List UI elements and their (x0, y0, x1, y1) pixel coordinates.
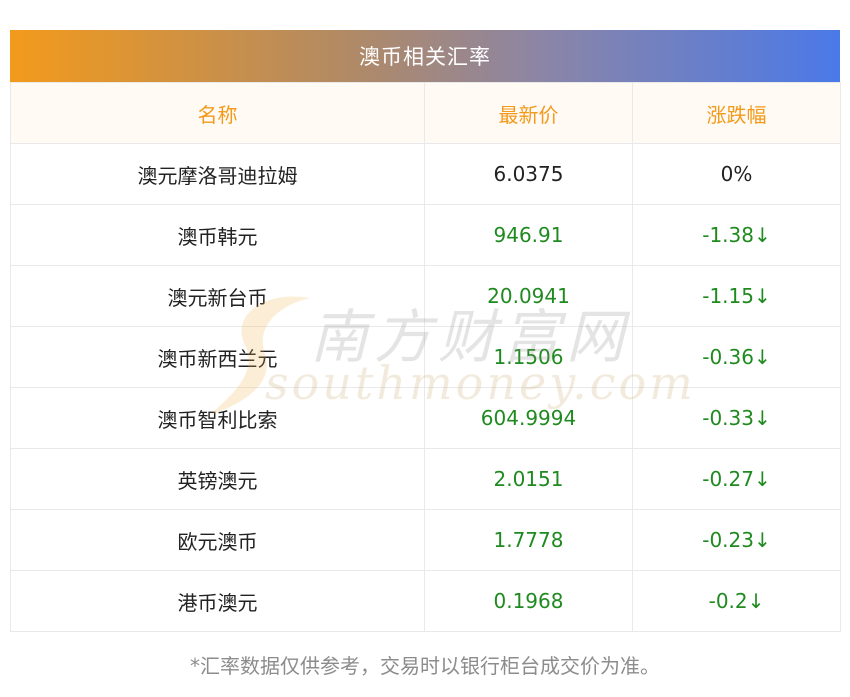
change-percent: -1.38↓ (632, 204, 841, 266)
change-percent: -0.27↓ (632, 448, 841, 510)
table-row: 港币澳元 0.1968 -0.2↓ (10, 570, 841, 632)
latest-price: 1.1506 (424, 326, 633, 388)
currency-pair-name: 澳币新西兰元 (10, 326, 425, 388)
table-row: 澳元新台币 20.0941 -1.15↓ (10, 265, 841, 327)
change-percent: -0.23↓ (632, 509, 841, 571)
change-percent: -0.36↓ (632, 326, 841, 388)
currency-pair-name: 澳元摩洛哥迪拉姆 (10, 143, 425, 205)
currency-pair-name: 澳元新台币 (10, 265, 425, 327)
currency-pair-name: 澳币韩元 (10, 204, 425, 266)
exchange-rate-table-panel: 澳币相关汇率 名称 最新价 涨跌幅 澳元摩洛哥迪拉姆 6.0375 0% 澳币韩元 94… (10, 30, 841, 632)
currency-pair-name: 港币澳元 (10, 570, 425, 632)
change-percent: 0% (632, 143, 841, 205)
currency-pair-name: 澳币智利比索 (10, 387, 425, 449)
table-row: 澳币韩元 946.91 -1.38↓ (10, 204, 841, 266)
table-row: 澳币新西兰元 1.1506 -0.36↓ (10, 326, 841, 388)
exchange-rate-table: 名称 最新价 涨跌幅 澳元摩洛哥迪拉姆 6.0375 0% 澳币韩元 946.91 -1.… (10, 82, 841, 632)
table-row: 欧元澳币 1.7778 -0.23↓ (10, 509, 841, 571)
header-price: 最新价 (424, 82, 633, 144)
latest-price: 6.0375 (424, 143, 633, 205)
page: 澳币相关汇率 名称 最新价 涨跌幅 澳元摩洛哥迪拉姆 6.0375 0% 澳币韩元 94… (0, 0, 850, 697)
header-name: 名称 (10, 82, 425, 144)
change-percent: -0.2↓ (632, 570, 841, 632)
table-header-row: 名称 最新价 涨跌幅 (10, 82, 841, 144)
change-percent: -0.33↓ (632, 387, 841, 449)
table-title: 澳币相关汇率 (10, 30, 840, 82)
latest-price: 946.91 (424, 204, 633, 266)
table-row: 澳币智利比索 604.9994 -0.33↓ (10, 387, 841, 449)
currency-pair-name: 欧元澳币 (10, 509, 425, 571)
latest-price: 604.9994 (424, 387, 633, 449)
table-row: 澳元摩洛哥迪拉姆 6.0375 0% (10, 143, 841, 205)
currency-pair-name: 英镑澳元 (10, 448, 425, 510)
latest-price: 1.7778 (424, 509, 633, 571)
latest-price: 0.1968 (424, 570, 633, 632)
table-row: 英镑澳元 2.0151 -0.27↓ (10, 448, 841, 510)
latest-price: 20.0941 (424, 265, 633, 327)
disclaimer-note: *汇率数据仅供参考，交易时以银行柜台成交价为准。 (190, 654, 660, 678)
change-percent: -1.15↓ (632, 265, 841, 327)
header-change: 涨跌幅 (632, 82, 841, 144)
latest-price: 2.0151 (424, 448, 633, 510)
